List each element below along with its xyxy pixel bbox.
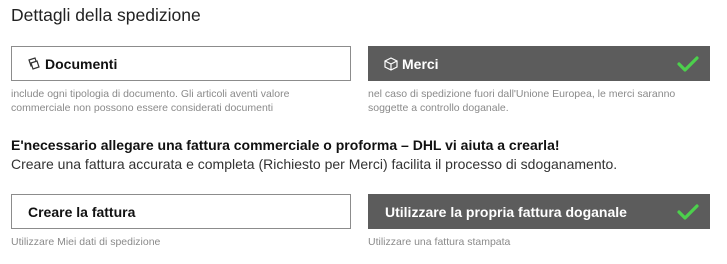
goods-option-button[interactable]: Merci — [368, 46, 710, 81]
goods-hint: nel caso di spedizione fuori dall'Unione… — [368, 88, 676, 114]
invoice-notice-heading: E'necessario allegare una fattura commer… — [11, 137, 560, 153]
checkmark-icon — [677, 203, 699, 221]
documents-option-button[interactable]: Documenti — [11, 46, 351, 81]
goods-option-label: Merci — [402, 55, 439, 72]
documents-icon — [26, 56, 42, 72]
box-icon — [383, 56, 399, 72]
documents-hint: include ogni tipologia di documento. Gli… — [11, 88, 290, 114]
checkmark-icon — [677, 55, 699, 73]
create-invoice-hint: Utilizzare Miei dati di spedizione — [11, 236, 161, 248]
documents-option-label: Documenti — [45, 55, 118, 72]
own-invoice-button[interactable]: Utilizzare la propria fattura doganale — [368, 194, 710, 229]
create-invoice-label: Creare la fattura — [28, 203, 136, 220]
section-title: Dettagli della spedizione — [11, 5, 201, 25]
own-invoice-hint: Utilizzare una fattura stampata — [368, 236, 511, 248]
create-invoice-button[interactable]: Creare la fattura — [11, 194, 351, 229]
invoice-notice-text: Creare una fattura accurata e completa (… — [11, 156, 618, 172]
own-invoice-label: Utilizzare la propria fattura doganale — [385, 203, 627, 220]
